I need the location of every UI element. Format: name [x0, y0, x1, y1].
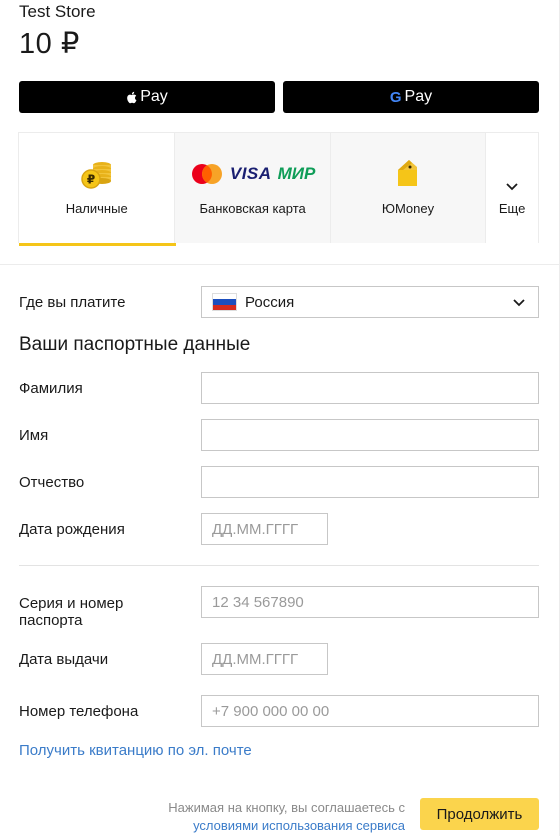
continue-button[interactable]: Продолжить — [420, 798, 539, 830]
issue-date-label: Дата выдачи — [19, 651, 109, 668]
terms-notice: Нажимая на кнопку, вы соглашаетесь с усл… — [145, 799, 405, 835]
active-tab-indicator — [19, 243, 176, 246]
birthdate-label: Дата рождения — [19, 521, 125, 538]
passport-label: Серия и номер паспорта — [19, 595, 124, 629]
terms-link[interactable]: условиями использования сервиса — [193, 818, 405, 833]
method-more[interactable]: Еще — [486, 133, 538, 243]
chevron-down-icon — [513, 299, 525, 307]
issue-date-field[interactable] — [201, 643, 328, 675]
last-name-label: Фамилия — [19, 380, 83, 397]
store-name: Test Store — [19, 2, 96, 21]
apple-pay-label: Pay — [140, 88, 168, 105]
payment-method-tabs: ₽ Наличные VISA МИР Банковская карта ЮMo… — [18, 132, 539, 246]
first-name-field[interactable] — [201, 419, 539, 451]
birthdate-field[interactable] — [201, 513, 328, 545]
method-cash-label: Наличные — [65, 201, 128, 216]
terms-text: Нажимая на кнопку, вы соглашаетесь с — [168, 800, 405, 815]
country-value: Россия — [245, 293, 295, 311]
passport-section-title: Ваши паспортные данные — [19, 334, 251, 355]
google-pay-label: Pay — [404, 88, 433, 105]
google-pay-button[interactable]: G Pay — [283, 81, 539, 113]
coins-icon: ₽ — [80, 162, 111, 189]
last-name-field[interactable] — [201, 372, 539, 404]
form-divider — [19, 565, 539, 566]
svg-text:₽: ₽ — [87, 173, 95, 187]
first-name-label: Имя — [19, 427, 49, 444]
phone-field[interactable] — [201, 695, 539, 727]
method-yumoney[interactable]: ЮMoney — [330, 133, 487, 243]
country-select[interactable]: Россия — [201, 286, 539, 318]
mir-icon: МИР — [277, 164, 316, 183]
apple-pay-button[interactable]: Pay — [19, 81, 275, 113]
patronymic-label: Отчество — [19, 474, 85, 491]
email-receipt-link[interactable]: Получить квитанцию по эл. почте — [19, 742, 252, 759]
method-bank-card[interactable]: VISA МИР Банковская карта — [175, 133, 331, 243]
method-bank-card-label: Банковская карта — [199, 201, 306, 216]
method-cash[interactable]: ₽ Наличные — [19, 133, 176, 246]
passport-number-field[interactable] — [201, 586, 539, 618]
mastercard-icon — [191, 164, 222, 184]
phone-label: Номер телефона — [19, 703, 139, 720]
apple-icon — [127, 91, 137, 103]
country-label: Где вы платите — [19, 294, 126, 311]
visa-icon: VISA — [229, 164, 272, 183]
method-yumoney-label: ЮMoney — [381, 201, 435, 216]
russia-flag-icon — [212, 293, 237, 311]
payment-amount: 10 ₽ — [19, 28, 80, 60]
section-divider — [0, 264, 560, 265]
method-more-label: Еще — [498, 201, 526, 216]
patronymic-field[interactable] — [201, 466, 539, 498]
chevron-down-icon — [506, 183, 518, 191]
yumoney-wallet-icon — [398, 160, 417, 186]
google-g-icon: G — [389, 88, 402, 106]
